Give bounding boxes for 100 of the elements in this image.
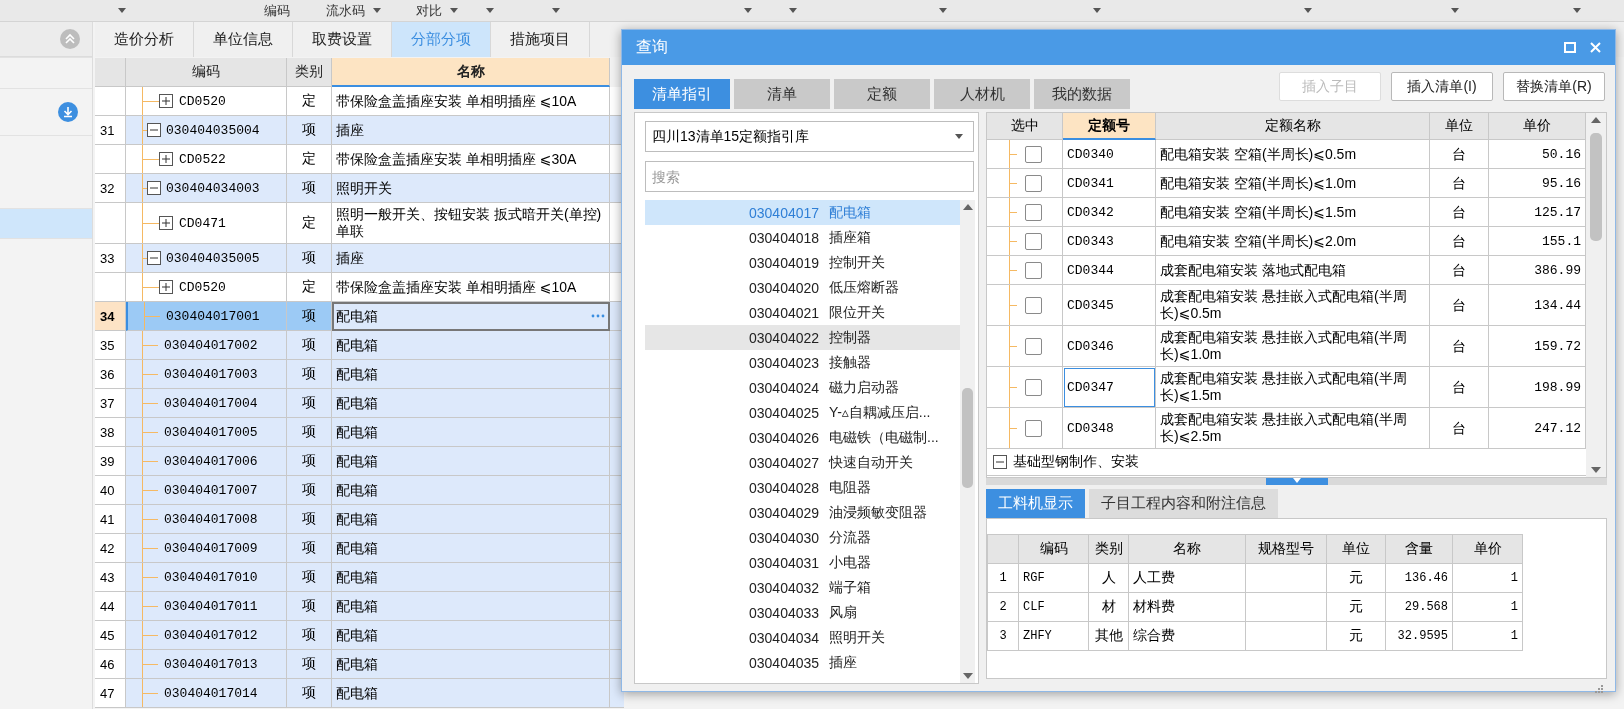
column-header: 单价 [1453,535,1523,564]
row-number: 46 [95,650,126,679]
ellipsis-icon[interactable] [591,314,605,318]
caret-icon[interactable] [450,8,458,13]
code-cell: CD0343 [1063,227,1156,256]
checkbox[interactable] [1025,419,1042,437]
code-cell: 030404017010 [126,563,287,592]
type-cell: 项 [287,505,332,534]
type-cell: 定 [287,145,332,174]
name-cell: 人工费 [1129,564,1246,593]
caret-icon[interactable] [1304,8,1312,13]
column-header[interactable]: 编码 [126,58,287,87]
resize-grip-icon[interactable] [1594,684,1603,693]
download-icon[interactable] [58,102,78,122]
code-cell: 030404017001 [126,302,287,331]
caret-icon[interactable] [552,8,560,13]
caret-icon[interactable] [1093,8,1101,13]
caret-icon[interactable] [939,8,947,13]
name-text: 照明一般开关、按钮安装 扳式暗开关(单控)单联 [336,206,603,240]
search-field[interactable]: 搜索 [645,161,974,192]
code-cell: RGF [1019,564,1089,593]
amount-cell: 32.9595 [1386,622,1453,651]
scrollbar-thumb[interactable] [962,388,973,488]
code-cell: ZHFY [1019,622,1089,651]
column-header[interactable]: 选中 [987,113,1063,140]
type-cell: 定 [287,273,332,302]
column-header[interactable]: 名称 [332,58,610,87]
scroll-up-icon[interactable] [1591,117,1601,123]
code-cell: 030404035005 [126,244,287,273]
name-text: 配电箱 [336,365,378,383]
tree-toggle[interactable] [159,94,173,108]
code-cell: 030404017009 [126,534,287,563]
name-cell: 成套配电箱安装 悬挂嵌入式配电箱(半周长)⩽1.0m [1156,326,1430,367]
code-cell: 030404017008 [126,505,287,534]
tree-toggle[interactable] [147,251,161,265]
name-cell: 成套配电箱安装 悬挂嵌入式配电箱(半周长)⩽0.5m [1156,285,1430,326]
row-number: 40 [95,476,126,505]
name-text: 带保险盒盖插座安装 单相明插座 ⩽10A [336,92,577,110]
code-cell: CD0520 [126,87,287,116]
scroll-down-icon[interactable] [962,673,973,679]
checkbox[interactable] [1025,378,1042,396]
checkbox[interactable] [1025,203,1042,221]
column-header[interactable]: 定额号 [1063,113,1156,140]
tree-toggle[interactable] [159,280,173,294]
caret-icon[interactable] [486,8,494,13]
caret-icon[interactable] [1573,8,1581,13]
checkbox[interactable] [1025,145,1042,163]
tree-toggle[interactable] [993,455,1007,469]
scroll-up-icon[interactable] [962,204,973,210]
checkbox[interactable] [1025,296,1042,314]
dialog-tab[interactable]: 定额 [834,79,930,109]
scrollbar[interactable] [960,200,975,683]
tree-toggle[interactable] [159,152,173,166]
caret-icon[interactable] [373,8,381,13]
code-cell: 030404017004 [126,389,287,418]
scrollbar[interactable] [1586,113,1606,477]
scrollbar-thumb[interactable] [1590,133,1602,241]
toolbar-label[interactable]: 流水码 [326,1,365,20]
unit-cell: 台 [1430,227,1489,256]
code-cell: CD0346 [1063,326,1156,367]
tree-toggle[interactable] [159,216,173,230]
caret-icon[interactable] [1451,8,1459,13]
toolbar-label[interactable]: 编码 [264,1,290,20]
maximize-icon[interactable] [1564,42,1576,53]
column-header[interactable]: 定额名称 [1156,113,1430,140]
unit-cell: 元 [1327,622,1386,651]
name-text: 配电箱 [336,423,378,441]
tree-toggle[interactable] [147,181,161,195]
column-header: 规格型号 [1246,535,1327,564]
dialog-tab[interactable]: 清单 [734,79,830,109]
row-number: 43 [95,563,126,592]
column-header: 单位 [1327,535,1386,564]
dialog-tab[interactable]: 我的数据 [1034,79,1130,109]
action-button[interactable]: 插入清单(I) [1391,72,1493,101]
price-cell: 1 [1453,593,1523,622]
dialog-tab[interactable]: 人材机 [934,79,1030,109]
column-header[interactable]: 类别 [287,58,332,87]
checkbox[interactable] [1025,337,1042,355]
close-icon[interactable] [1590,42,1601,53]
sidebar-item[interactable] [0,88,92,136]
scroll-down-icon[interactable] [1591,467,1601,473]
type-cell: 项 [287,679,332,708]
code-cell: 030404017012 [126,621,287,650]
library-select[interactable]: 四川13清单15定额指引库 [645,121,974,152]
action-button[interactable]: 替换清单(R) [1503,72,1605,101]
column-header[interactable]: 单价 [1489,113,1586,140]
checkbox[interactable] [1025,261,1042,279]
checkbox[interactable] [1025,174,1042,192]
checkbox[interactable] [1025,232,1042,250]
caret-icon[interactable] [789,8,797,13]
list-item[interactable]: 030404022 控制器 [645,325,960,350]
tree-toggle[interactable] [147,123,161,137]
caret-icon[interactable] [955,134,963,139]
column-header[interactable]: 单位 [1430,113,1489,140]
price-cell: 1 [1453,564,1523,593]
toolbar-label[interactable]: 对比 [416,1,442,20]
splitter-handle[interactable] [1265,478,1328,485]
caret-icon[interactable] [118,8,126,13]
caret-icon[interactable] [744,8,752,13]
detail-tab[interactable]: 子目工程内容和附注信息 [1089,489,1278,518]
